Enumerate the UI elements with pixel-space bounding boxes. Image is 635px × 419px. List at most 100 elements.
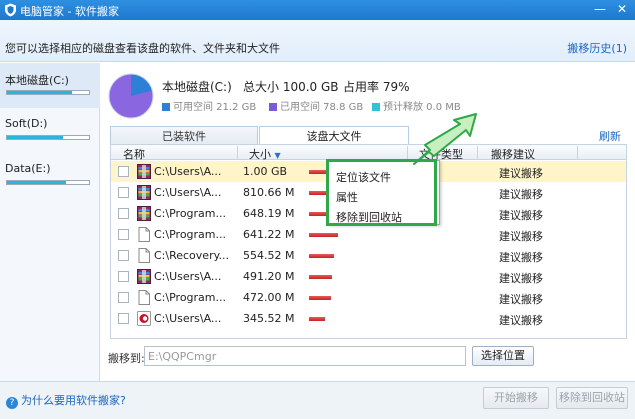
refresh-link[interactable]: 刷新 [599,128,621,144]
available-color-square [162,103,170,111]
row-checkbox[interactable] [118,166,129,177]
help-link[interactable]: ? 为什么要用软件搬家? [6,392,126,409]
move-to-recycle-button[interactable]: 移除到回收站 [556,387,628,409]
move-suggestion: 建议搬移 [499,188,543,201]
minimize-button[interactable]: — [591,1,609,19]
used-space: 已用空间 78.8 GB [280,102,364,113]
start-move-button[interactable]: 开始搬移 [483,387,549,409]
file-path: C:\Users\A... [154,270,222,283]
disk-label: 本地磁盘(C:) [5,74,69,87]
file-path: C:\Recovery... [154,249,230,262]
title-bar: 电脑管家 - 软件搬家 — ✕ [0,0,635,20]
row-checkbox[interactable] [118,292,129,303]
legend-used: 已用空间 78.8 GB [269,98,363,113]
row-checkbox[interactable] [118,229,129,240]
rar-icon [137,206,151,221]
file-size: 1.00 GB [243,165,288,178]
available-space: 可用空间 21.2 GB [173,102,257,113]
file-size: 345.52 MB [243,312,295,325]
disk-item-c[interactable]: 本地磁盘(C:) [0,63,100,108]
rar-icon [137,269,151,284]
table-row[interactable]: C:\Recovery... 554.52 MB 建议搬移 [111,245,626,266]
file-size: 491.20 MB [243,270,295,283]
sort-arrow-icon: ▼ [274,151,281,160]
disk-item-e[interactable]: Data(E:) [0,153,100,198]
legend-free: 预计释放 0.0 MB [372,98,461,113]
header-size[interactable]: 大小 ▼ [249,146,281,162]
move-suggestion: 建议搬移 [499,314,543,327]
move-suggestion: 建议搬移 [499,167,543,180]
disk-sidebar: 本地磁盘(C:) Soft(D:) Data(E:) [0,63,100,381]
column-separator [237,146,238,159]
file-size: 810.66 MB [243,186,295,199]
move-history-link[interactable]: 搬移历史(1) [567,40,627,56]
file-path: C:\Users\A... [154,186,222,199]
file-path: C:\Program... [154,228,226,241]
move-to-path-input[interactable] [144,346,466,366]
shield-logo-icon [5,3,16,17]
disk-used-rate: 占用率 79% [343,80,410,94]
tab-large-files[interactable]: 该盘大文件 [259,126,409,146]
row-checkbox[interactable] [118,271,129,282]
file-icon [137,248,151,263]
free-color-square [372,103,380,111]
row-checkbox[interactable] [118,313,129,324]
disk-usage-fill [7,181,67,184]
rar-icon [137,164,151,179]
tab-installed-software[interactable]: 已装软件 [110,126,258,146]
disk-usage-fill [7,91,72,94]
file-size: 554.52 MB [243,249,295,262]
size-bar [309,233,338,237]
file-icon [137,290,151,305]
table-row[interactable]: C:\Program... 641.22 MB 建议搬移 [111,224,626,245]
column-separator [407,146,408,159]
row-checkbox[interactable] [118,187,129,198]
file-path: C:\Program... [154,291,226,304]
window-title: 电脑管家 - 软件搬家 [20,5,119,18]
file-icon [137,227,151,242]
file-size: 648.19 MB [243,207,295,220]
annotation-arrow-icon [413,113,477,165]
help-icon: ? [6,397,18,409]
move-suggestion: 建议搬移 [499,293,543,306]
header-size-label: 大小 [249,148,271,161]
disk-usage-bar [6,135,90,140]
file-path: C:\Users\A... [154,312,222,325]
table-row[interactable]: C:\Users\A... 345.52 MB 建议搬移 [111,308,626,329]
help-link-text: 为什么要用软件搬家? [21,394,126,407]
disk-info-panel: 本地磁盘(C:) 总大小 100.0 GB 占用率 79% 可用空间 21.2 … [107,72,627,122]
size-bar [309,317,325,321]
move-to-bar: 搬移到: 选择位置 [108,346,628,368]
move-suggestion: 建议搬移 [499,251,543,264]
rar-icon [137,185,151,200]
table-row[interactable]: C:\Program... 472.00 MB 建议搬移 [111,287,626,308]
header-bar: 您可以选择相应的磁盘查看该盘的软件、文件夹和大文件 搬移历史(1) [0,20,635,62]
row-checkbox[interactable] [118,208,129,219]
header-name[interactable]: 名称 [123,146,145,162]
close-button[interactable]: ✕ [613,1,631,19]
file-path: C:\Program... [154,207,226,220]
file-size: 472.00 MB [243,291,295,304]
page-description: 您可以选择相应的磁盘查看该盘的软件、文件夹和大文件 [5,42,280,55]
move-suggestion: 建议搬移 [499,209,543,222]
move-suggestion: 建议搬移 [499,272,543,285]
disk-name: 本地磁盘(C:) [162,80,232,94]
table-header: 名称 大小 ▼ 文件类型 搬移建议 [111,145,626,162]
move-suggestion: 建议搬移 [499,230,543,243]
header-suggestion[interactable]: 搬移建议 [491,146,535,162]
table-row[interactable]: C:\Users\A... 491.20 MB 建议搬移 [111,266,626,287]
choose-location-button[interactable]: 选择位置 [472,346,534,366]
size-bar [309,254,334,258]
file-path: C:\Users\A... [154,165,222,178]
size-bar [309,275,332,279]
disk-total-size: 总大小 100.0 GB [243,80,339,94]
disk-label: Soft(D:) [5,117,48,130]
disk-label: Data(E:) [5,162,51,175]
footer-bar: ? 为什么要用软件搬家? 开始搬移 移除到回收站 [0,381,635,419]
disk-usage-bar [6,180,90,185]
legend-available: 可用空间 21.2 GB [162,98,256,113]
disk-item-d[interactable]: Soft(D:) [0,108,100,153]
column-separator [577,146,578,159]
disk-usage-bar [6,90,90,95]
row-checkbox[interactable] [118,250,129,261]
